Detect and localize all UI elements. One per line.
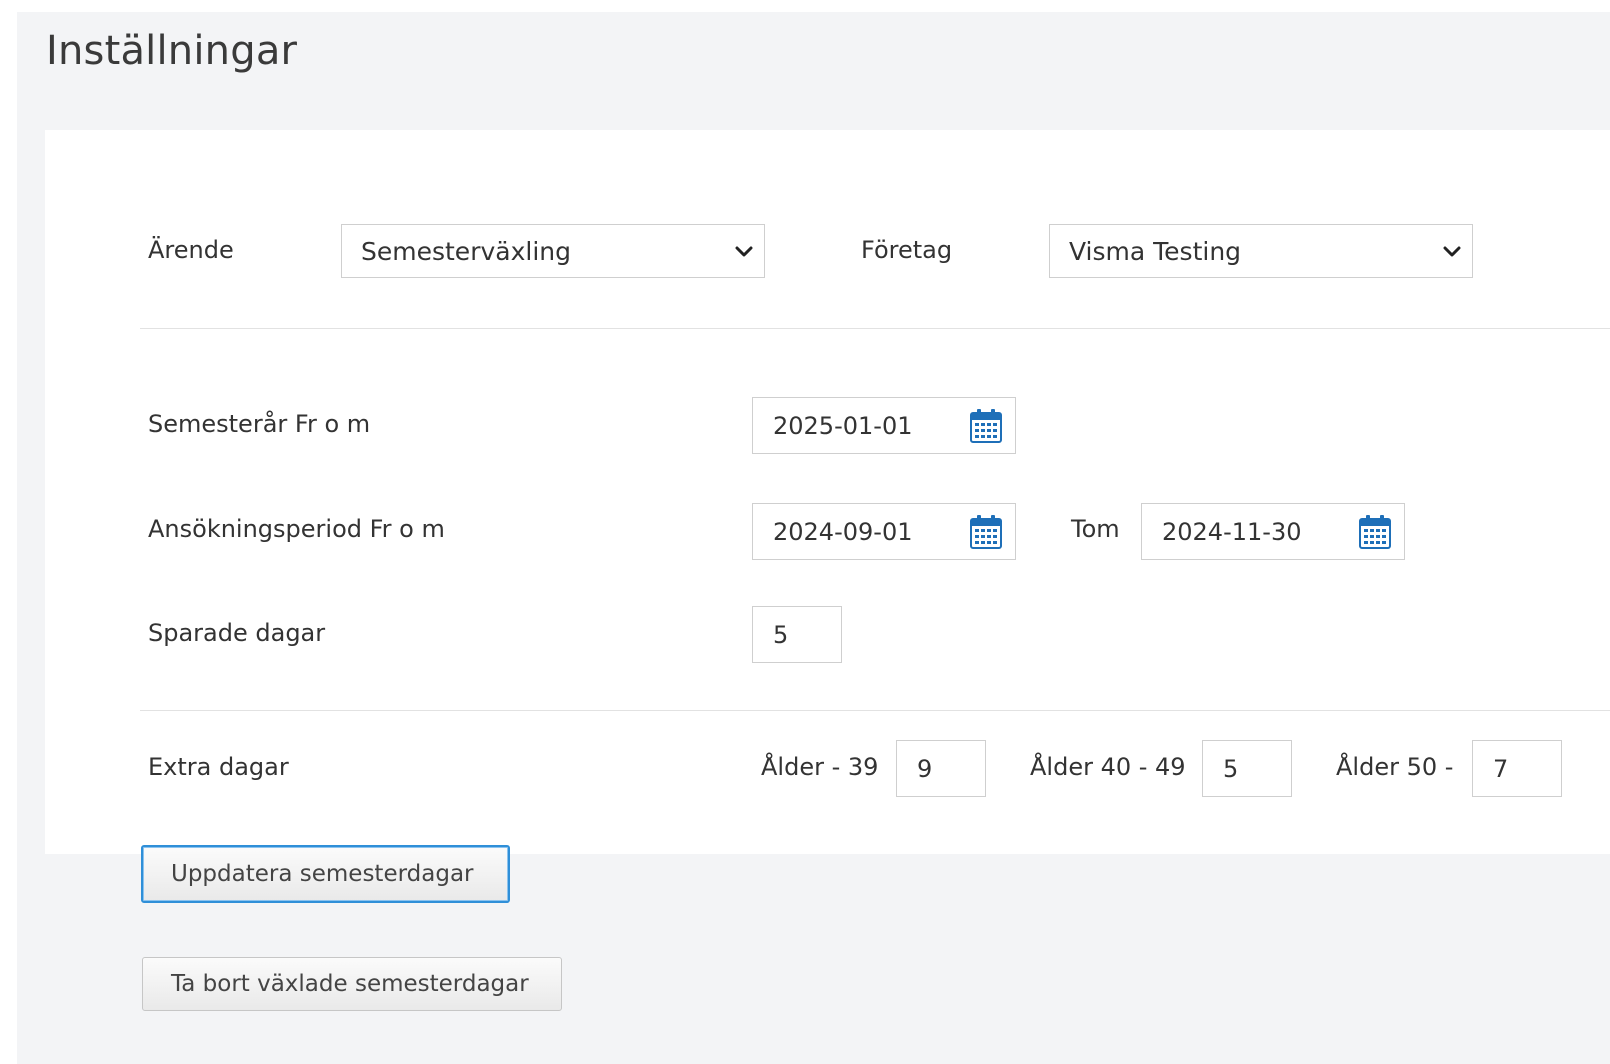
application-period-to-input[interactable]: 2024-11-30: [1141, 503, 1405, 560]
age-group-input[interactable]: 7: [1472, 740, 1562, 797]
age-group-label: Ålder 40 - 49: [1030, 753, 1186, 781]
section-divider: [140, 328, 1610, 329]
section-divider: [140, 710, 1610, 711]
age-group-label: Ålder 50 -: [1336, 753, 1454, 781]
page-title: Inställningar: [46, 28, 298, 74]
application-period-from-value: 2024-09-01: [773, 517, 913, 546]
calendar-icon[interactable]: [969, 514, 1003, 550]
saved-days-value: 5: [773, 620, 789, 649]
age-group-value: 5: [1223, 754, 1239, 783]
age-group-value: 7: [1493, 754, 1509, 783]
case-label: Ärende: [148, 236, 234, 264]
application-period-to-label: Tom: [1071, 515, 1120, 543]
saved-days-input[interactable]: 5: [752, 606, 842, 663]
application-period-from-input[interactable]: 2024-09-01: [752, 503, 1016, 560]
vacation-year-label: Semesterår Fr o m: [148, 410, 371, 438]
company-label: Företag: [861, 236, 953, 264]
company-select[interactable]: Visma Testing: [1049, 224, 1473, 278]
age-group-label: Ålder - 39: [761, 753, 879, 781]
chevron-down-icon: [1443, 246, 1461, 257]
calendar-icon[interactable]: [969, 408, 1003, 444]
case-select-value: Semesterväxling: [361, 236, 571, 266]
age-group-input[interactable]: 5: [1202, 740, 1292, 797]
case-select[interactable]: Semesterväxling: [341, 224, 765, 278]
chevron-down-icon: [735, 246, 753, 257]
application-period-to-value: 2024-11-30: [1162, 517, 1302, 546]
company-select-value: Visma Testing: [1069, 236, 1242, 266]
vacation-year-from-value: 2025-01-01: [773, 411, 913, 440]
calendar-icon[interactable]: [1358, 514, 1392, 550]
age-group-input[interactable]: 9: [896, 740, 986, 797]
application-period-label: Ansökningsperiod Fr o m: [148, 515, 445, 543]
saved-days-label: Sparade dagar: [148, 619, 326, 647]
vacation-year-from-input[interactable]: 2025-01-01: [752, 397, 1016, 454]
extra-days-label: Extra dagar: [148, 753, 289, 781]
delete-exchanged-vacation-days-button[interactable]: Ta bort växlade semesterdagar: [142, 957, 562, 1011]
update-vacation-days-button[interactable]: Uppdatera semesterdagar: [141, 845, 510, 903]
age-group-value: 9: [917, 754, 933, 783]
